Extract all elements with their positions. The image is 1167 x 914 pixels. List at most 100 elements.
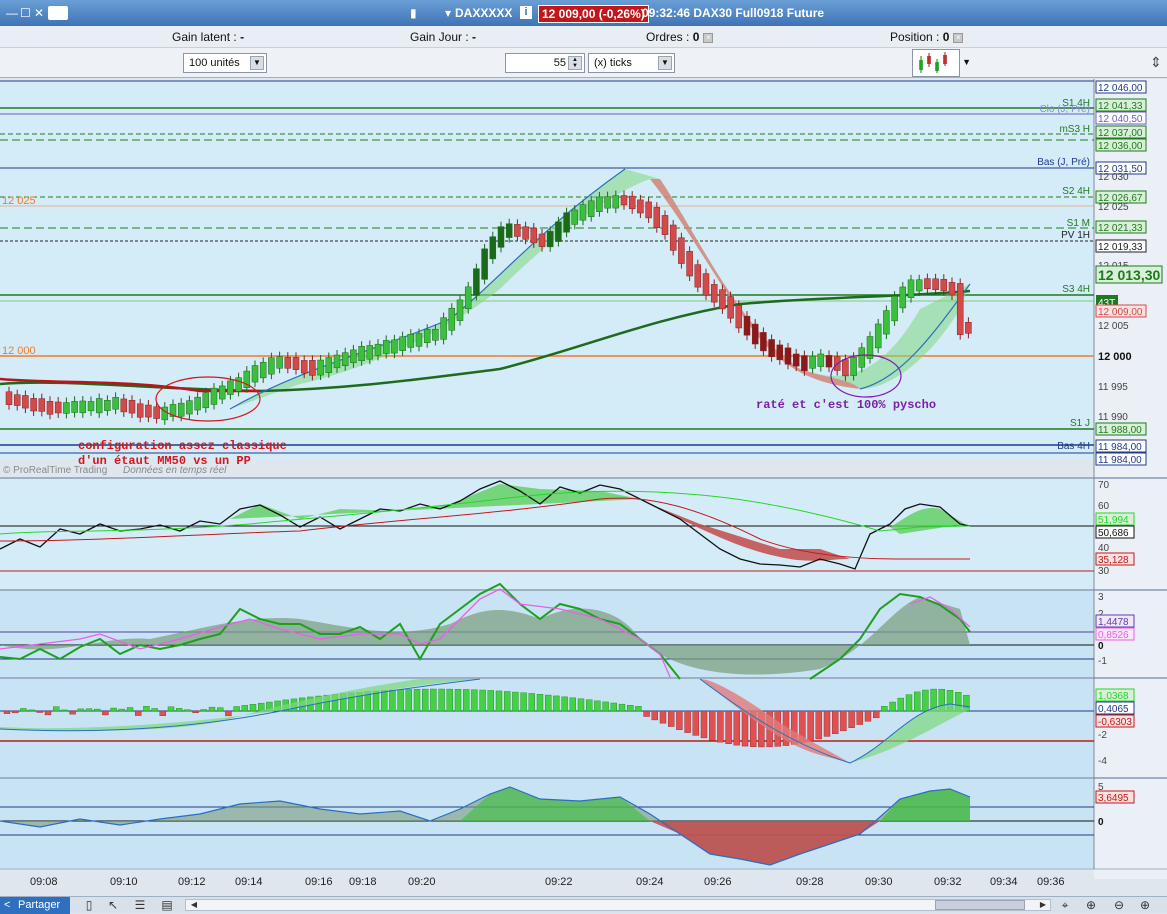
gain-latent: Gain latent : - (172, 30, 245, 44)
zoom-fit-icon[interactable]: ⊕ (1084, 898, 1098, 912)
close-position-icon[interactable]: × (953, 32, 964, 43)
minimize-button[interactable]: — (6, 6, 18, 20)
annotation-rate: raté et c'est 100% pyscho (756, 398, 936, 412)
share-label: Partager (18, 899, 61, 911)
time-11: 09:30 (865, 876, 893, 888)
axis-label-4: 12 036,00 (1098, 141, 1143, 152)
axis-label-12: 11 984,00 (1098, 442, 1142, 453)
osc-tick-4: -1 (1098, 656, 1107, 667)
time-2: 09:12 (178, 876, 206, 888)
info-icon[interactable]: i (520, 6, 532, 19)
units-select[interactable]: 100 unités ▼ (183, 53, 267, 73)
instrument-time: 09:32:46 DAX30 Full0918 Future (642, 6, 825, 20)
ticks-count-value: 55 (553, 57, 566, 69)
time-10: 09:28 (796, 876, 824, 888)
macd-val-blue: 0,4065 (1098, 704, 1129, 715)
stepper-icon[interactable]: ▲ ▼ (568, 56, 582, 70)
close-button[interactable]: ✕ (34, 6, 44, 20)
time-3: 09:14 (235, 876, 263, 888)
macd-val-red: -0,6303 (1098, 717, 1132, 728)
share-icon: < (4, 899, 11, 911)
position: Position : 0 × (890, 30, 964, 44)
time-5: 09:18 (349, 876, 377, 888)
gain-jour: Gain Jour : - (410, 30, 477, 44)
horizontal-scrollbar[interactable] (185, 899, 1051, 911)
scroll-toggle-icon[interactable]: ⇕ (1150, 54, 1162, 71)
macd-val-green: 1,0368 (1098, 691, 1129, 702)
symbol-dropdown-icon[interactable]: ▾ (445, 6, 451, 20)
ticks-unit-value: (x) ticks (594, 57, 632, 69)
units-value: 100 unités (189, 57, 240, 69)
rsi-tick-3: 40 (1098, 543, 1110, 554)
close-orders-icon[interactable]: × (703, 32, 714, 43)
indicators-icon[interactable]: ▤ (160, 898, 174, 912)
restore-button[interactable]: ☐ (20, 6, 31, 20)
axis-label-0: 12 046,00 (1098, 83, 1143, 94)
ticks-unit-select[interactable]: (x) ticks ▼ (588, 53, 675, 73)
cci-tick-1: 0 (1098, 817, 1104, 828)
axis-label-7: 12 021,33 (1098, 223, 1143, 234)
chart-type-button[interactable]: ▼ (912, 49, 971, 77)
osc-val-purple: 1,4478 (1098, 617, 1129, 628)
rsi-val-green: 51,994 (1098, 515, 1129, 526)
chevron-down-icon[interactable]: ▼ (962, 57, 971, 67)
time-7: 09:22 (545, 876, 573, 888)
chevron-down-icon[interactable]: ▼ (658, 56, 672, 70)
time-axis: 09:08 09:10 09:12 09:14 09:16 09:18 09:2… (30, 876, 1065, 888)
chart-settings-icon[interactable]: ⌖ (1058, 898, 1072, 912)
ticket-icon[interactable]: ▮ (410, 6, 417, 20)
level-s1-j: S1 J (1070, 418, 1090, 429)
axis-tick-12000: 12 000 (1098, 351, 1132, 363)
level-clo: Clo (J, Pré) (1039, 104, 1090, 115)
ticks-count-input[interactable]: 55 ▲ ▼ (505, 53, 585, 73)
watermark-italic: Données en temps réel (123, 465, 227, 476)
keyboard-icon[interactable] (48, 6, 68, 20)
axis-label-2: 12 040,50 (1098, 114, 1143, 125)
current-price: 12 013,30 (1098, 267, 1160, 283)
macd-tick-1: -4 (1098, 756, 1107, 767)
cursor-icon[interactable]: ↖ (106, 898, 120, 912)
time-9: 09:26 (704, 876, 732, 888)
level-s1-m: S1 M (1067, 218, 1090, 229)
ordres: Ordres : 0 × (646, 30, 714, 44)
chevron-down-icon[interactable]: ▼ (250, 56, 264, 70)
axis-label-13: 11 984,00 (1098, 455, 1142, 466)
osc-val-pink: 0,8526 (1098, 630, 1129, 641)
time-13: 09:34 (990, 876, 1018, 888)
level-pv: PV 1H (1061, 230, 1090, 241)
axis-tick-1: 12 025 (1098, 202, 1129, 213)
osc-tick-0: 3 (1098, 592, 1104, 603)
price-badge: 12 009,00 (-0,26%) (538, 5, 649, 23)
zoom-out-icon[interactable]: ⊖ (1112, 898, 1126, 912)
left-label-12000: 12 000 (2, 345, 36, 357)
zoom-in-icon[interactable]: ⊕ (1138, 898, 1152, 912)
axis-label-1: 12 041,33 (1098, 101, 1143, 112)
time-12: 09:32 (934, 876, 962, 888)
scrollbar-thumb[interactable] (935, 900, 1025, 910)
chart-area[interactable]: configuration assez classique d'un étaut… (0, 79, 1167, 895)
axis-label-8: 12 019,33 (1098, 242, 1143, 253)
list-icon[interactable]: ☰ (133, 898, 147, 912)
axis-label-11: 11 988,00 (1098, 425, 1142, 436)
document-icon[interactable]: ▯ (82, 898, 96, 912)
time-6: 09:20 (408, 876, 436, 888)
toolbar: 100 unités ▼ 55 ▲ ▼ (x) ticks ▼ (0, 48, 1167, 78)
axis-tick-3: 12 005 (1098, 321, 1129, 332)
level-s3-4h: S3 4H (1062, 284, 1090, 295)
level-bas: Bas (J, Pré) (1037, 157, 1090, 168)
symbol-name[interactable]: DAXXXXX (455, 6, 512, 20)
cci-val-red: 3,6495 (1098, 793, 1129, 804)
time-8: 09:24 (636, 876, 664, 888)
candlestick-chart-icon (919, 52, 947, 73)
scroll-right-icon[interactable]: ▶ (1036, 898, 1050, 912)
status-bar: Gain latent : - Gain Jour : - Ordres : 0… (0, 26, 1167, 48)
share-button[interactable]: < Partager (0, 897, 70, 914)
rsi-val-red: 35,128 (1098, 555, 1129, 566)
time-0: 09:08 (30, 876, 58, 888)
rsi-tick-0: 70 (1098, 480, 1110, 491)
axis-tick-0: 12 030 (1098, 172, 1129, 183)
scroll-left-icon[interactable]: ◀ (187, 898, 201, 912)
time-14: 09:36 (1037, 876, 1065, 888)
axis-tick-5: 11 995 (1098, 382, 1128, 393)
annotation-config-1: configuration assez classique (78, 439, 287, 453)
